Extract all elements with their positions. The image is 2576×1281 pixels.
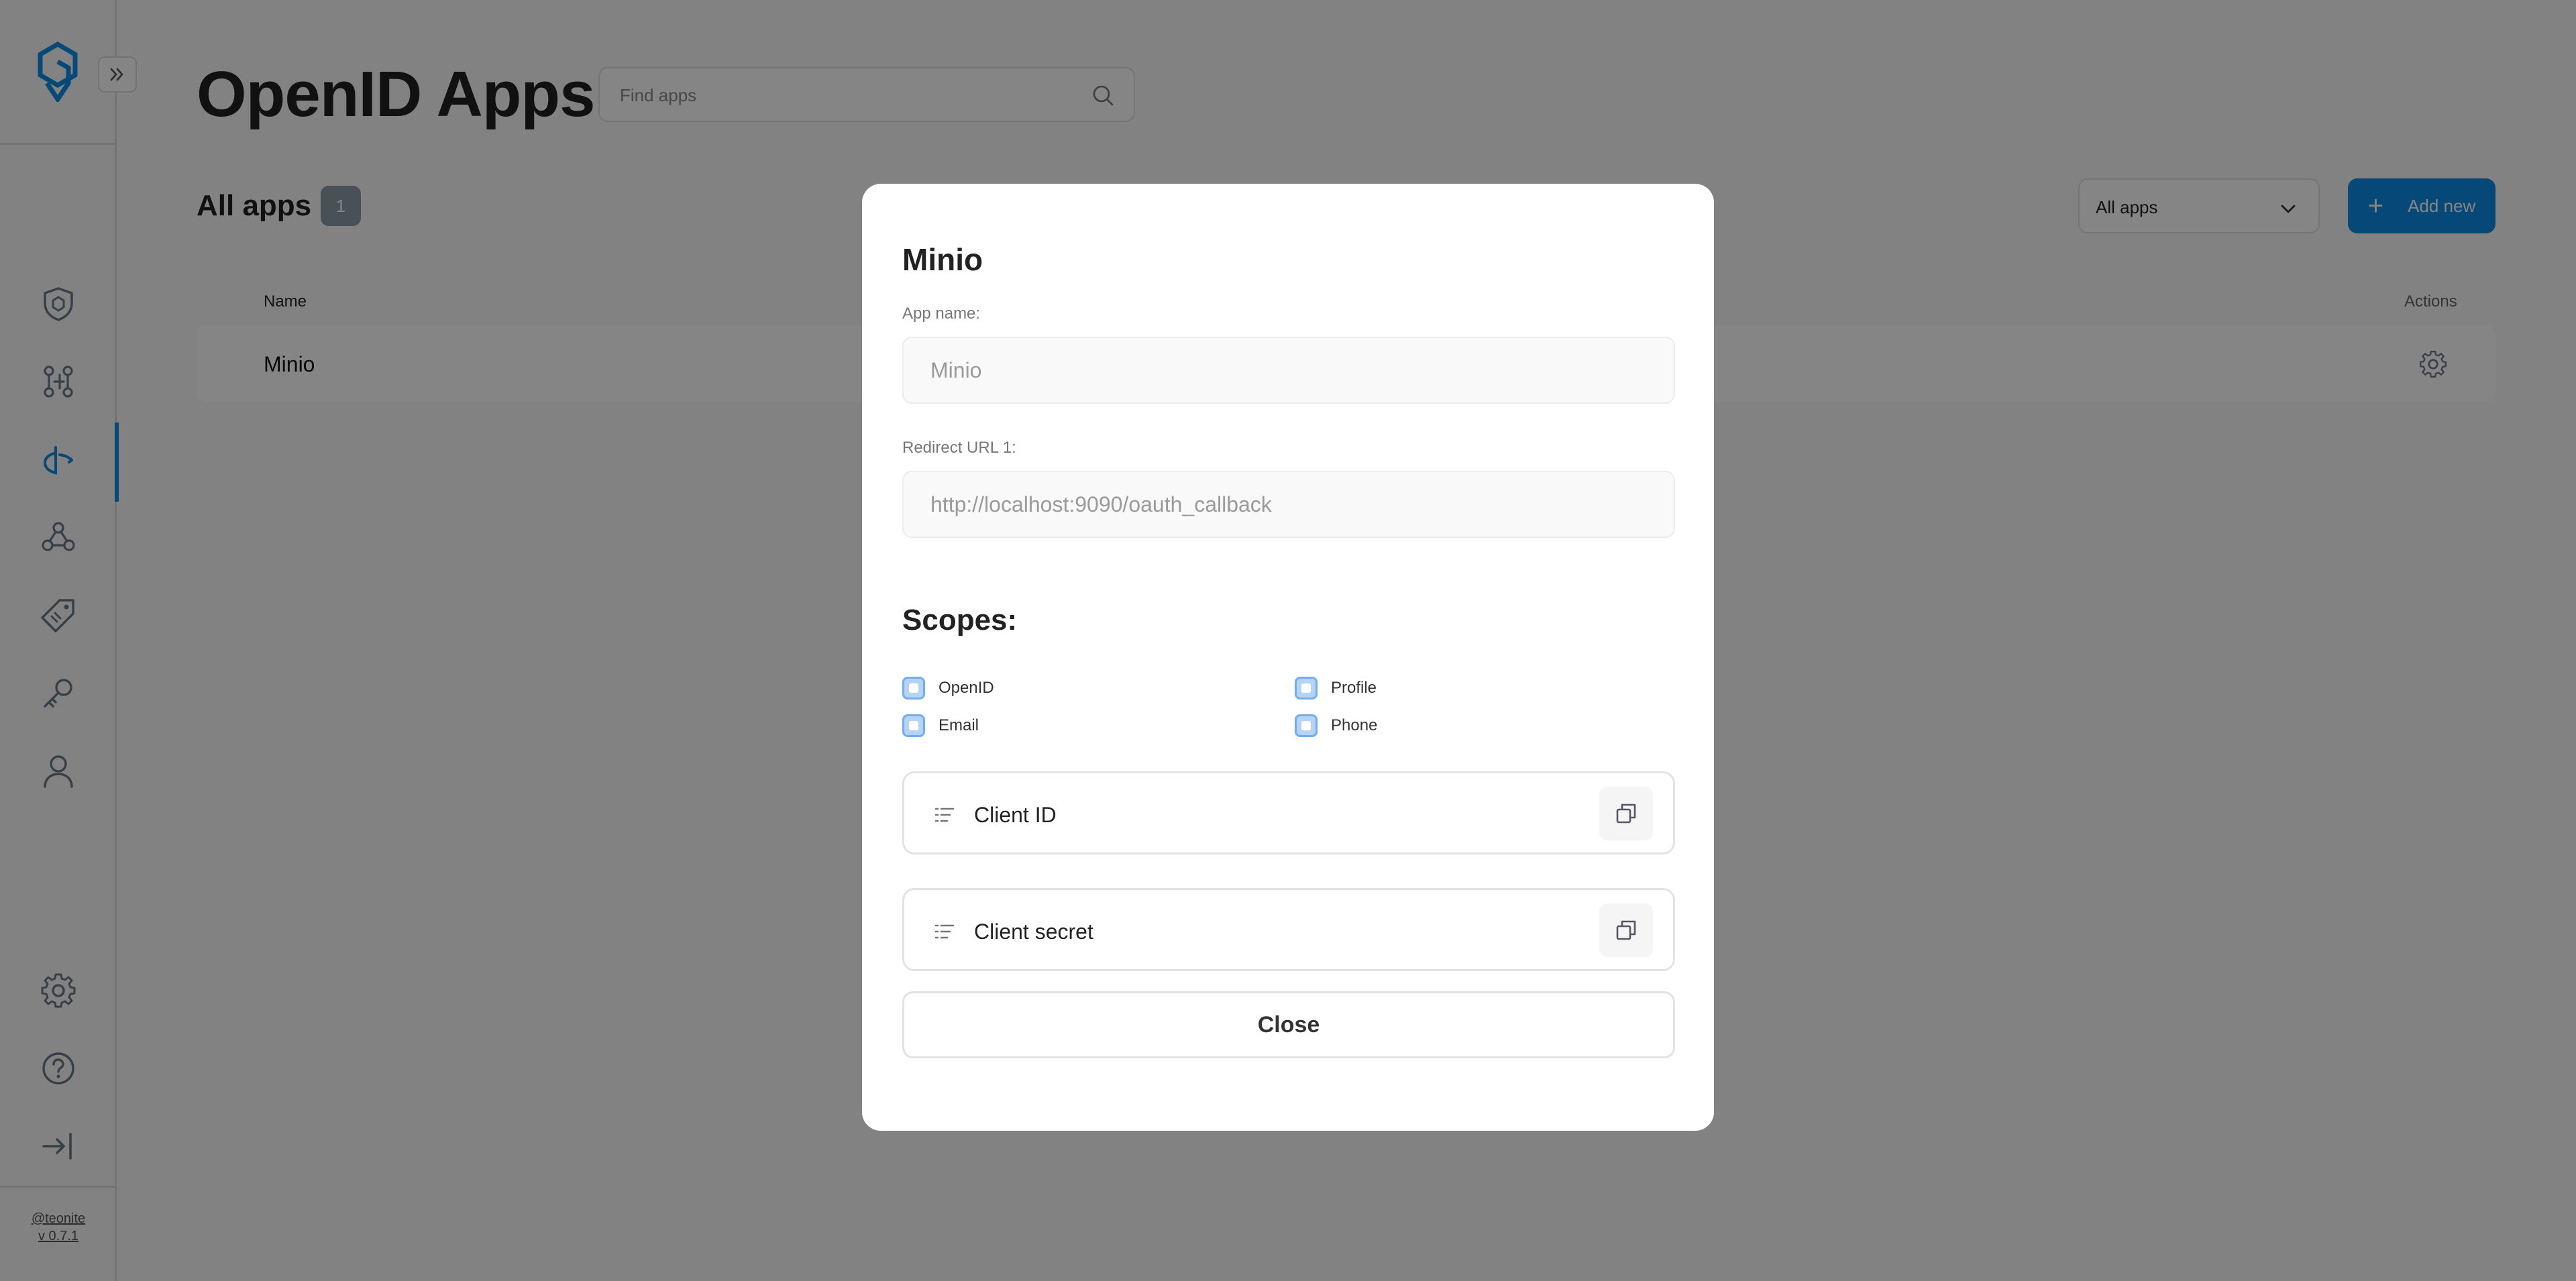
list-lines-icon [934, 807, 955, 822]
checkbox [902, 714, 925, 737]
copy-client-secret-button[interactable] [1599, 903, 1653, 957]
scope-label: Profile [1331, 679, 1377, 697]
scope-label: OpenID [938, 679, 994, 697]
client-id-box: Client ID [902, 771, 1675, 854]
checkbox [902, 677, 925, 700]
modal-title: Minio [902, 242, 983, 277]
app-name-label: App name: [902, 304, 981, 323]
app-details-modal: Minio App name: Minio Redirect URL 1: ht… [862, 184, 1714, 1131]
scope-openid-checkbox[interactable]: OpenID [902, 676, 994, 700]
checkbox [1295, 714, 1318, 737]
list-lines-icon [934, 924, 955, 939]
redirect-url-field[interactable]: http://localhost:9090/oauth_callback [902, 471, 1675, 538]
scope-profile-checkbox[interactable]: Profile [1295, 676, 1377, 700]
scope-phone-checkbox[interactable]: Phone [1295, 714, 1377, 738]
client-id-label: Client ID [974, 803, 1057, 827]
copy-client-id-button[interactable] [1599, 787, 1653, 840]
scope-label: Email [938, 716, 979, 734]
close-button[interactable]: Close [902, 991, 1675, 1058]
copy-icon [1616, 920, 1636, 940]
scopes-title: Scopes: [902, 604, 1018, 636]
client-secret-label: Client secret [974, 920, 1093, 944]
copy-icon [1616, 803, 1636, 824]
scope-email-checkbox[interactable]: Email [902, 714, 979, 738]
scope-label: Phone [1331, 716, 1378, 734]
redirect-url-label: Redirect URL 1: [902, 439, 1016, 457]
checkbox [1295, 677, 1318, 700]
client-secret-box: Client secret [902, 888, 1675, 971]
app-name-field[interactable]: Minio [902, 337, 1675, 404]
